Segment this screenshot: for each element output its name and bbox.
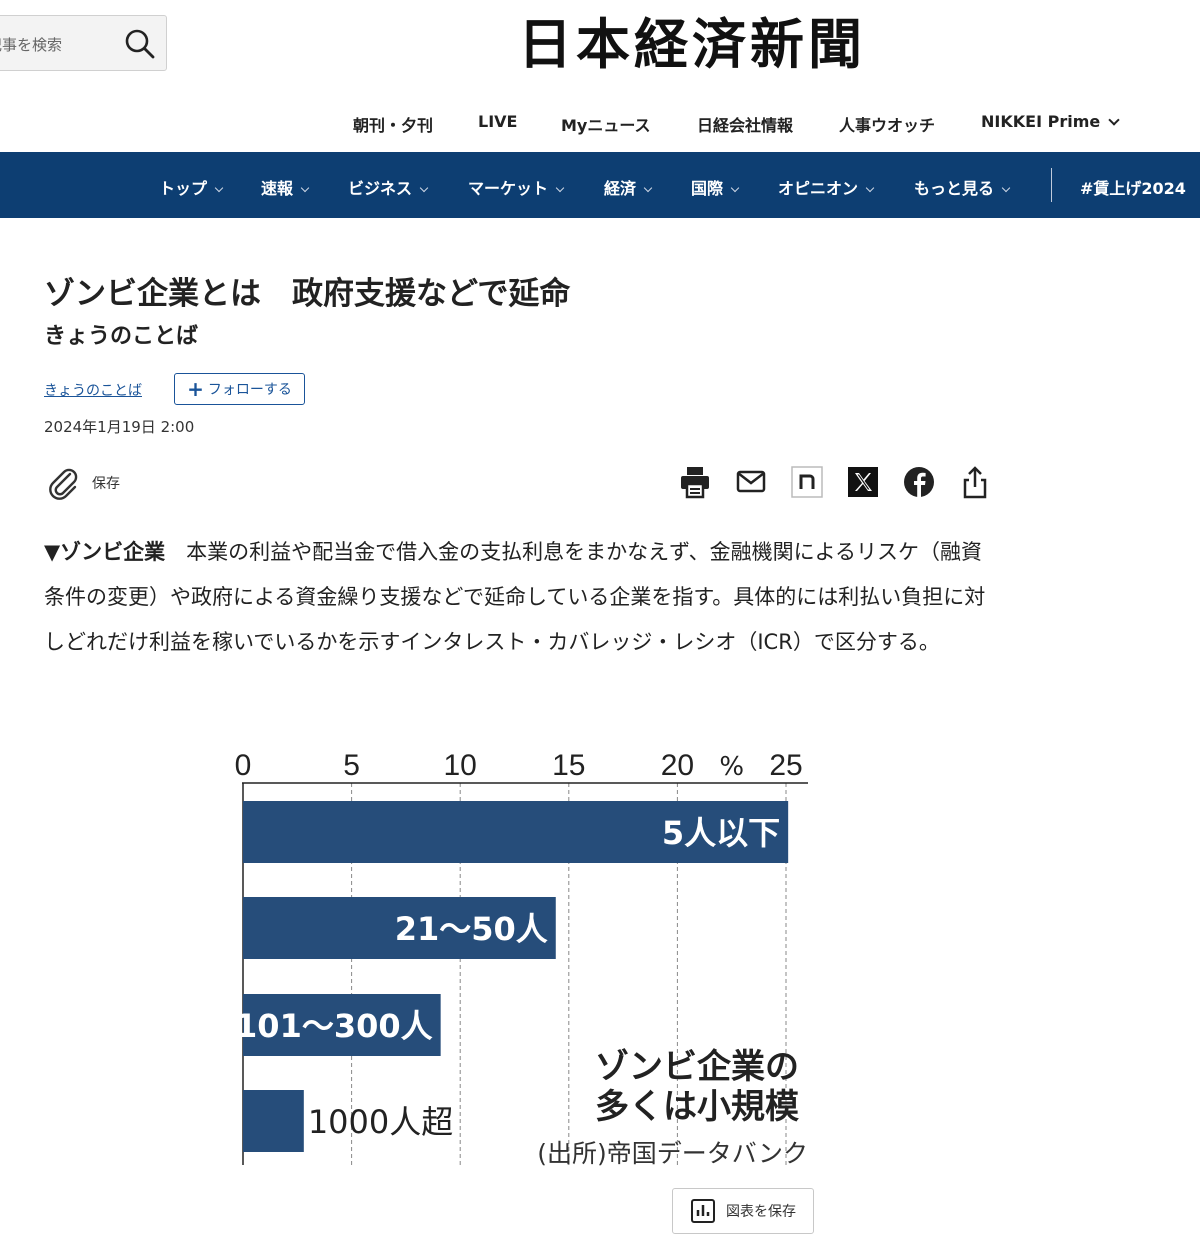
facebook-icon[interactable] [902,464,936,500]
subnav-item-prime[interactable]: NIKKEI Prime [981,112,1120,131]
chart-caption: 多くは小規模 [595,1087,799,1127]
chevron-down-icon [1108,114,1120,126]
bar-label: 5人以下 [662,814,780,852]
bar-label: 101～300人 [235,1007,433,1045]
search-placeholder: 記事を検索 [0,36,63,54]
save-article-button[interactable]: 保存 [48,466,120,500]
nav-item-label: 経済 [604,179,637,198]
nav-item-label: マーケット [468,179,549,198]
nav-item-label: もっと見る [914,179,995,198]
main-navigation: トップ 速報 ビジネス マーケット 経済 国際 オピニオン もっと見る #賃上げ… [0,152,1200,218]
tick-label: 0 [235,749,252,782]
subnav-item[interactable]: Myニュース [561,112,651,136]
subnav-item[interactable]: 人事ウオッチ [839,112,935,136]
topic-link[interactable]: きょうのことば [44,380,142,400]
note-icon[interactable] [790,464,824,500]
share-toolbar [678,464,998,500]
article-body: ▼ゾンビ企業 本業の利益や配当金で借入金の支払利息をまかなえず、金融機関によるリ… [44,530,999,665]
chart-source: (出所)帝国データバンク [537,1139,808,1168]
article-subtitle: きょうのことば [44,324,199,349]
share-icon[interactable] [958,464,992,500]
zombie-company-chart: 0 5 10 15 20 25% 5人以下 21～50人 101～300人 1000人超 ゾンビ企業… [222,735,822,1175]
subnav-item[interactable]: LIVE [478,112,517,131]
save-chart-button[interactable]: 図表を保存 [672,1188,814,1234]
chevron-down-icon [865,183,875,193]
search-icon[interactable] [124,28,156,60]
unit-label: % [719,752,744,782]
subnav-item[interactable]: 日経会社情報 [697,112,793,136]
body-lead: ▼ゾンビ企業 [44,540,166,564]
tick-label: 15 [552,749,585,782]
masthead-logo[interactable]: 日本経済新聞 [518,12,992,76]
nav-item-label: オピニオン [778,179,859,198]
follow-button[interactable]: + フォローする [174,373,305,405]
nav-divider [1051,168,1052,202]
nav-item[interactable]: 経済 [604,175,653,199]
chevron-down-icon [300,183,310,193]
nav-item[interactable]: ビジネス [348,175,429,199]
nav-item-label: ビジネス [348,179,413,198]
subnav-item[interactable]: 朝刊・夕刊 [353,112,433,136]
body-text: 本業の利益や配当金で借入金の支払利息をまかなえず、金融機関によるリスケ（融資条件… [44,540,986,654]
nav-item[interactable]: 国際 [691,175,740,199]
nav-item[interactable]: 速報 [261,175,310,199]
mail-icon[interactable] [734,464,768,500]
nav-item[interactable]: オピニオン [778,175,875,199]
bar [243,1090,304,1152]
bar-label: 21～50人 [395,910,548,948]
tick-label: 20 [661,749,694,782]
tick-label: 10 [444,749,477,782]
chart-icon [691,1199,715,1223]
save-chart-label: 図表を保存 [726,1204,796,1220]
nav-item[interactable]: もっと見る [914,175,1011,199]
nav-item[interactable]: マーケット [468,175,565,199]
bar-label: 1000人超 [308,1103,453,1141]
publish-date: 2024年1月19日 2:00 [44,418,195,436]
nav-item[interactable]: トップ [159,175,224,199]
save-label: 保存 [92,476,120,492]
nav-item-label: 速報 [261,179,294,198]
plus-icon: + [187,377,204,401]
chart-caption: ゾンビ企業の [595,1047,799,1087]
chevron-down-icon [730,183,740,193]
nav-item-label: 国際 [691,179,724,198]
chevron-down-icon [1001,183,1011,193]
print-icon[interactable] [678,464,712,500]
chevron-down-icon [643,183,653,193]
nav-item-special[interactable]: #賃上げ2024 [1080,175,1186,199]
x-icon[interactable] [846,464,880,500]
article-title: ゾンビ企業とは 政府支援などで延命 [44,276,571,312]
follow-label: フォローする [207,382,292,398]
chevron-down-icon [214,183,224,193]
nav-item-label: トップ [159,179,208,198]
chevron-down-icon [419,183,429,193]
paperclip-icon [49,468,78,500]
subnav-item-label: NIKKEI Prime [981,112,1101,131]
search-input[interactable]: 記事を検索 [0,15,167,71]
chevron-down-icon [555,183,565,193]
tick-label: 5 [343,749,360,782]
tick-label: 25 [769,749,802,782]
sub-navigation: 朝刊・夕刊 LIVE Myニュース 日経会社情報 人事ウオッチ NIKKEI P… [0,112,1200,138]
bar-chart: 0 5 10 15 20 25% 5人以下 21～50人 101～300人 1000人超 ゾンビ企業… [235,749,808,1168]
